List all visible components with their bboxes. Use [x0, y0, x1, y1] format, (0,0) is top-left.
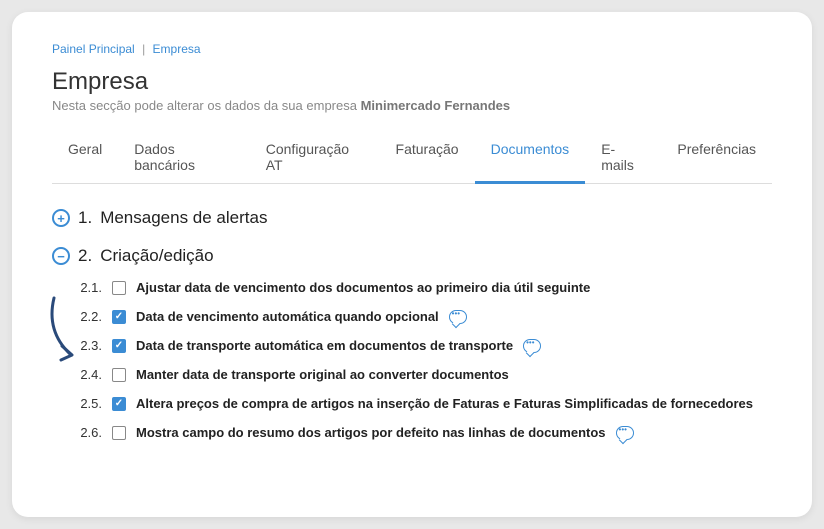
checkbox-data-vencimento-automatica[interactable]: [112, 310, 126, 324]
tab-faturacao[interactable]: Faturação: [380, 133, 475, 184]
checkbox-altera-precos-compra[interactable]: [112, 397, 126, 411]
settings-card: Painel Principal | Empresa Empresa Nesta…: [12, 12, 812, 517]
tab-dados-bancarios[interactable]: Dados bancários: [118, 133, 250, 184]
section-header-2[interactable]: − 2. Criação/edição: [52, 246, 772, 266]
page-subtitle: Nesta secção pode alterar os dados da su…: [52, 98, 772, 113]
checkbox-manter-data-transporte[interactable]: [112, 368, 126, 382]
tab-documentos[interactable]: Documentos: [475, 133, 586, 184]
option-row: 2.3. Data de transporte automática em do…: [78, 338, 772, 353]
section-mensagens-alertas: + 1. Mensagens de alertas: [52, 208, 772, 228]
section-num-1: 1.: [78, 208, 92, 228]
option-row: 2.5. Altera preços de compra de artigos …: [78, 396, 772, 411]
info-icon[interactable]: [523, 339, 541, 353]
info-icon[interactable]: [449, 310, 467, 324]
section-num-2: 2.: [78, 246, 92, 266]
tabs: Geral Dados bancários Configuração AT Fa…: [52, 133, 772, 184]
section-header-1[interactable]: + 1. Mensagens de alertas: [52, 208, 772, 228]
breadcrumb-root[interactable]: Painel Principal: [52, 42, 135, 56]
page-title: Empresa: [52, 68, 772, 96]
option-row: 2.4. Manter data de transporte original …: [78, 367, 772, 382]
option-row: 2.6. Mostra campo do resumo dos artigos …: [78, 425, 772, 440]
breadcrumb-separator: |: [142, 42, 145, 56]
checkbox-mostra-campo-resumo[interactable]: [112, 426, 126, 440]
tab-emails[interactable]: E-mails: [585, 133, 661, 184]
option-label: Data de transporte automática em documen…: [136, 338, 513, 353]
option-num: 2.6.: [78, 425, 102, 440]
option-num: 2.1.: [78, 280, 102, 295]
option-num: 2.5.: [78, 396, 102, 411]
tab-geral[interactable]: Geral: [52, 133, 118, 184]
options-list: 2.1. Ajustar data de vencimento dos docu…: [52, 280, 772, 440]
option-num: 2.2.: [78, 309, 102, 324]
tab-configuracao-at[interactable]: Configuração AT: [250, 133, 380, 184]
checkbox-data-transporte-automatica[interactable]: [112, 339, 126, 353]
breadcrumb-current[interactable]: Empresa: [153, 42, 201, 56]
collapse-icon: −: [52, 247, 70, 265]
option-row: 2.1. Ajustar data de vencimento dos docu…: [78, 280, 772, 295]
option-label: Manter data de transporte original ao co…: [136, 367, 509, 382]
option-label: Data de vencimento automática quando opc…: [136, 309, 439, 324]
option-num: 2.3.: [78, 338, 102, 353]
checkbox-ajustar-data-vencimento[interactable]: [112, 281, 126, 295]
section-criacao-edicao: − 2. Criação/edição 2.1. Ajustar data de…: [52, 246, 772, 440]
option-label: Mostra campo do resumo dos artigos por d…: [136, 425, 606, 440]
info-icon[interactable]: [616, 426, 634, 440]
option-num: 2.4.: [78, 367, 102, 382]
tab-preferencias[interactable]: Preferências: [661, 133, 772, 184]
option-row: 2.2. Data de vencimento automática quand…: [78, 309, 772, 324]
option-label: Altera preços de compra de artigos na in…: [136, 396, 753, 411]
expand-icon: +: [52, 209, 70, 227]
section-title-1: Mensagens de alertas: [100, 208, 267, 228]
page-subtitle-text: Nesta secção pode alterar os dados da su…: [52, 98, 361, 113]
company-name: Minimercado Fernandes: [361, 98, 511, 113]
section-title-2: Criação/edição: [100, 246, 213, 266]
option-label: Ajustar data de vencimento dos documento…: [136, 280, 590, 295]
breadcrumb: Painel Principal | Empresa: [52, 42, 772, 56]
